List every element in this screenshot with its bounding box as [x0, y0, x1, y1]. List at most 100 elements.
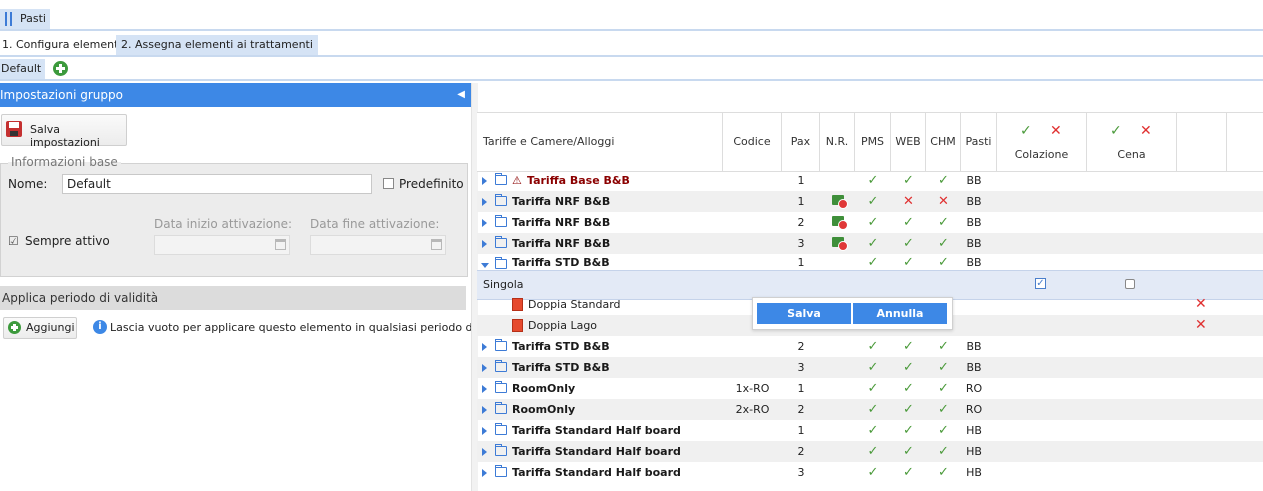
step-tab-assign[interactable]: 2. Assegna elementi ai trattamenti	[116, 35, 318, 55]
pms-check-icon: ✓	[867, 423, 879, 438]
rate-name: Tariffa Standard Half board	[512, 424, 681, 437]
rate-code: 2x-RO	[735, 403, 770, 416]
group-settings-title: Impostazioni gruppo	[0, 88, 123, 102]
meals-tab[interactable]: Pasti	[0, 9, 50, 29]
meals-code: BB	[966, 174, 982, 187]
pms-check-icon: ✓	[867, 402, 879, 417]
web-check-icon: ✓	[903, 215, 914, 230]
header-code[interactable]: Codice	[723, 113, 782, 171]
expand-icon[interactable]	[482, 406, 487, 414]
pax-value: 1	[797, 382, 805, 395]
meals-code: HB	[966, 445, 982, 458]
table-row[interactable]: Tariffa NRF B&B 1 ✓ ✕ ✕ BB	[477, 191, 1263, 212]
chm-check-icon: ✓	[938, 255, 949, 270]
pax-value: 2	[797, 445, 805, 458]
default-checkbox[interactable]	[383, 178, 394, 189]
pax-value: 2	[797, 216, 805, 229]
expand-icon[interactable]	[482, 240, 487, 248]
pms-check-icon: ✓	[867, 236, 879, 251]
table-row[interactable]: Tariffa STD B&B 1 ✓ ✓ ✓ BB	[477, 254, 1263, 270]
disable-all-colazione-icon[interactable]: ✕	[1050, 123, 1062, 139]
meals-code: BB	[966, 237, 982, 250]
web-check-icon: ✓	[903, 423, 914, 438]
table-row[interactable]: RoomOnly 2x-RO 2 ✓ ✓ ✓ RO	[477, 399, 1263, 420]
group-settings-header: Impostazioni gruppo ◀	[0, 83, 471, 107]
always-active-checkbox[interactable]: ☑	[8, 234, 19, 248]
rate-name: Tariffa Base B&B	[527, 174, 630, 187]
enable-all-cena-icon[interactable]: ✓	[1110, 123, 1122, 139]
expand-icon[interactable]	[482, 469, 487, 477]
table-row[interactable]: Tariffa NRF B&B 3 ✓ ✓ ✓ BB	[477, 233, 1263, 254]
table-row[interactable]: RoomOnly 1x-RO 1 ✓ ✓ ✓ RO	[477, 378, 1263, 399]
pax-value: 2	[797, 403, 805, 416]
collapse-left-icon[interactable]: ◀	[457, 83, 465, 107]
pms-check-icon: ✓	[867, 339, 879, 354]
validity-section-header: Applica periodo di validità	[0, 286, 466, 310]
table-row[interactable]: ⚠ Tariffa Base B&B 1 ✓ ✓ ✓ BB	[477, 170, 1263, 191]
table-row[interactable]: Tariffa STD B&B 2 ✓ ✓ ✓ BB	[477, 336, 1263, 357]
step-tab-configure[interactable]: 1. Configura elementi	[0, 35, 125, 55]
rate-name: Tariffa NRF B&B	[512, 216, 611, 229]
header-chm[interactable]: CHM	[926, 113, 961, 171]
rate-name: Tariffa Standard Half board	[512, 445, 681, 458]
name-input[interactable]: Default	[62, 174, 372, 194]
collapse-icon[interactable]	[481, 263, 489, 268]
fork-knife-icon-2	[10, 12, 12, 26]
folder-icon	[495, 360, 507, 372]
expand-icon[interactable]	[482, 343, 487, 351]
popup-cancel-button[interactable]: Annulla	[853, 303, 947, 324]
table-row[interactable]: Tariffa Standard Half board 3 ✓ ✓ ✓ HB	[477, 462, 1263, 483]
meals-tab-label: Pasti	[20, 12, 46, 25]
add-period-button[interactable]: Aggiungi	[3, 317, 77, 339]
remove-room-icon[interactable]: ✕	[1195, 315, 1207, 336]
rate-name: Tariffa STD B&B	[512, 256, 610, 269]
enable-all-colazione-icon[interactable]: ✓	[1020, 123, 1032, 139]
calendar-icon	[431, 239, 442, 250]
end-date-input[interactable]	[310, 235, 446, 255]
expand-icon[interactable]	[482, 385, 487, 393]
group-tab-default[interactable]: Default	[0, 59, 46, 79]
meals-code: HB	[966, 466, 982, 479]
table-row[interactable]: Tariffa STD B&B 3 ✓ ✓ ✓ BB	[477, 357, 1263, 378]
header-nr[interactable]: N.R.	[820, 113, 855, 171]
room-color-icon	[512, 319, 523, 332]
step-2-label: 2. Assegna elementi ai trattamenti	[121, 38, 313, 51]
save-settings-button[interactable]: Salva impostazioni	[1, 114, 127, 149]
expand-icon[interactable]	[482, 177, 487, 185]
table-row[interactable]: Tariffa NRF B&B 2 ✓ ✓ ✓ BB	[477, 212, 1263, 233]
popup-save-button[interactable]: Salva	[757, 303, 851, 324]
expand-icon[interactable]	[482, 198, 487, 206]
plus-circle-icon	[8, 321, 21, 334]
expand-icon[interactable]	[482, 448, 487, 456]
divider	[0, 29, 1263, 31]
pax-value: 3	[797, 237, 805, 250]
disable-all-cena-icon[interactable]: ✕	[1140, 123, 1152, 139]
cena-checkbox[interactable]	[1125, 279, 1135, 289]
folder-icon	[495, 173, 507, 185]
header-meals[interactable]: Pasti	[961, 113, 997, 171]
expand-icon[interactable]	[482, 364, 487, 372]
web-cross-icon: ✕	[903, 194, 914, 209]
web-check-icon: ✓	[903, 173, 914, 188]
table-row[interactable]: Tariffa Standard Half board 1 ✓ ✓ ✓ HB	[477, 420, 1263, 441]
expand-icon[interactable]	[482, 219, 487, 227]
expand-icon[interactable]	[482, 427, 487, 435]
header-pax[interactable]: Pax	[782, 113, 820, 171]
start-date-input[interactable]	[154, 235, 290, 255]
header-pms[interactable]: PMS	[855, 113, 891, 171]
rate-name: Tariffa NRF B&B	[512, 237, 611, 250]
floppy-icon	[6, 121, 22, 137]
colazione-checkbox-checked[interactable]: ✓	[1035, 278, 1046, 289]
remove-room-icon[interactable]: ✕	[1195, 294, 1207, 315]
header-name[interactable]: Tariffe e Camere/Alloggi	[477, 113, 723, 171]
meals-code: HB	[966, 424, 982, 437]
chm-check-icon: ✓	[938, 215, 949, 230]
pax-value: 1	[797, 424, 805, 437]
add-group-button[interactable]	[53, 61, 68, 76]
header-web[interactable]: WEB	[891, 113, 926, 171]
save-settings-label: Salva impostazioni	[30, 123, 100, 149]
grid-header: Tariffe e Camere/Alloggi Codice Pax N.R.…	[477, 112, 1263, 172]
web-check-icon: ✓	[903, 465, 914, 480]
rate-code: 1x-RO	[735, 382, 770, 395]
table-row[interactable]: Tariffa Standard Half board 2 ✓ ✓ ✓ HB	[477, 441, 1263, 462]
